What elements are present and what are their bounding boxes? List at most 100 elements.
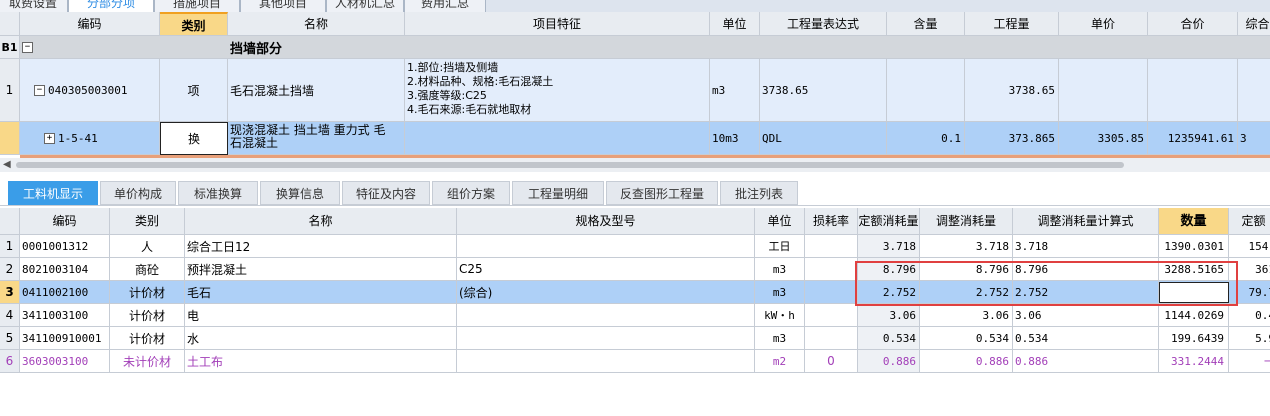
material-name[interactable]: 毛石 [185,281,457,304]
scroll-left-icon[interactable]: ◀ [3,159,11,170]
material-name[interactable]: 土工布 [185,350,457,373]
material-spec[interactable] [457,304,755,327]
tab-quantity-detail[interactable]: 工程量明细 [512,181,604,205]
quota-expression[interactable]: QDL [760,122,887,155]
tab-annotations[interactable]: 批注列表 [720,181,798,205]
material-unit[interactable]: m3 [755,327,805,350]
material-spec[interactable] [457,350,755,373]
material-loss-rate[interactable]: 0 [805,350,858,373]
col-header-adjusted-formula[interactable]: 调整消耗量计算式 [1013,208,1159,235]
material-adjusted-consumption[interactable]: 8.796 [920,258,1013,281]
material-loss-rate[interactable] [805,281,858,304]
material-type[interactable]: 计价材 [110,327,185,350]
col-header-total[interactable]: 合价 [1148,12,1238,36]
quota-unit[interactable]: 10m3 [710,122,760,155]
material-quota-consumption[interactable]: 3.06 [858,304,920,327]
quota-quantity[interactable]: 373.865 [965,122,1059,155]
tab-pricing-scheme[interactable]: 组价方案 [432,181,510,205]
material-row[interactable]: 30411002100计价材毛石(综合)m32.7522.7522.752102… [0,281,1270,304]
item-code-cell[interactable]: − 040305003001 [20,59,160,122]
col-header-code[interactable]: 编码 [20,208,110,235]
material-adjusted-consumption[interactable]: 3.718 [920,235,1013,258]
material-unit[interactable]: m3 [755,281,805,304]
tab-other-items[interactable]: 其他项目 [240,0,326,12]
material-quota-consumption[interactable]: 0.534 [858,327,920,350]
material-amount[interactable]: 1144.0269 [1159,304,1229,327]
quota-name[interactable]: 现浇混凝土 挡土墙 重力式 毛 石混凝土 [228,122,405,155]
material-row[interactable]: 2 8021003104 商砼 预拌混凝土 C25 m3 8.796 8.796 8.796 32… [0,258,1270,281]
material-name[interactable]: 水 [185,327,457,350]
item-price[interactable] [1059,59,1148,122]
col-header-features[interactable]: 项目特征 [405,12,710,36]
col-header-extra[interactable]: 定额 [1229,208,1270,235]
material-extra[interactable]: 一 [1229,350,1270,373]
section-row[interactable]: B1 − 挡墙部分 [0,36,1270,59]
item-extra[interactable] [1238,59,1270,122]
material-amount[interactable]: 331.2444 [1159,350,1229,373]
material-adjusted-consumption[interactable]: 0.886 [920,350,1013,373]
scrollbar-thumb[interactable] [16,162,1124,168]
tab-conversion-info[interactable]: 换算信息 [260,181,340,205]
tab-reverse-lookup[interactable]: 反查图形工程量 [606,181,718,205]
material-name[interactable]: 电 [185,304,457,327]
material-type[interactable]: 商砼 [110,258,185,281]
material-row[interactable]: 4 3411003100 计价材电 kW・h 3.06 3.06 3.06 1144.0269… [0,304,1270,327]
material-name[interactable]: 预拌混凝土 [185,258,457,281]
material-loss-rate[interactable] [805,304,858,327]
material-type[interactable]: 计价材 [110,281,185,304]
quota-code-cell[interactable]: + 1-5-41 [20,122,160,155]
col-header-name[interactable]: 名称 [228,12,405,36]
item-name[interactable]: 毛石混凝土挡墙 [228,59,405,122]
material-quota-consumption[interactable]: 0.886 [858,350,920,373]
material-unit[interactable]: m3 [755,258,805,281]
quota-price[interactable]: 3305.85 [1059,122,1148,155]
material-loss-rate[interactable] [805,258,858,281]
material-row[interactable]: 1 0001001312 人综合工日12 工日 3.718 3.718 3.718 1390.… [0,235,1270,258]
tab-price-breakdown[interactable]: 单价构成 [100,181,176,205]
material-loss-rate[interactable] [805,235,858,258]
col-header-extra[interactable]: 综合 [1238,12,1270,36]
item-features[interactable]: 1.部位:挡墙及侧墙 2.材料品种、规格:毛石混凝土 3.强度等级:C25 4.… [405,59,710,122]
col-header-adjusted-consumption[interactable]: 调整消耗量 [920,208,1013,235]
material-extra[interactable]: 0.4 [1229,304,1270,327]
material-type[interactable]: 未计价材 [110,350,185,373]
material-spec[interactable] [457,327,755,350]
material-code[interactable]: 3411003100 [20,304,110,327]
amount-editor[interactable] [1159,282,1229,303]
tab-cost-summary[interactable]: 费用汇总 [404,0,486,12]
expand-icon[interactable]: + [44,132,55,144]
material-adjusted-consumption[interactable]: 2.752 [920,281,1013,304]
material-code[interactable]: 8021003104 [20,258,110,281]
material-adjusted-formula[interactable]: 2.752 [1013,281,1159,304]
material-code[interactable]: 341100910001 [20,327,110,350]
material-amount[interactable]: 3288.5165 [1159,258,1229,281]
material-spec[interactable]: (综合) [457,281,755,304]
material-adjusted-consumption[interactable]: 3.06 [920,304,1013,327]
material-name[interactable]: 综合工日12 [185,235,457,258]
material-code[interactable]: 0411002100 [20,281,110,304]
quota-total[interactable]: 1235941.61 [1148,122,1238,155]
tab-sub-items[interactable]: 分部分项 [68,0,154,12]
tab-features-content[interactable]: 特征及内容 [342,181,430,205]
tab-measures[interactable]: 措施项目 [154,0,240,12]
item-total[interactable] [1148,59,1238,122]
quota-type-editor[interactable]: 换 [160,122,228,155]
col-header-content[interactable]: 含量 [887,12,965,36]
quota-features[interactable] [405,122,710,155]
horizontal-scrollbar[interactable]: ◀ [0,158,1270,172]
quota-extra[interactable]: 3 [1238,122,1270,155]
material-row[interactable]: 5 341100910001 计价材水 m3 0.534 0.534 0.534 199.64… [0,327,1270,350]
material-code[interactable]: 3603003100 [20,350,110,373]
material-unit[interactable]: m2 [755,350,805,373]
col-header-loss-rate[interactable]: 损耗率 [805,208,858,235]
material-code[interactable]: 0001001312 [20,235,110,258]
col-header-unit[interactable]: 单位 [710,12,760,36]
collapse-icon[interactable]: − [34,84,45,96]
col-header-unit[interactable]: 单位 [755,208,805,235]
tab-material-summary[interactable]: 人材机汇总 [326,0,404,12]
col-header-spec[interactable]: 规格及型号 [457,208,755,235]
material-spec[interactable]: C25 [457,258,755,281]
col-header-quota-consumption[interactable]: 定额消耗量 [858,208,920,235]
bill-item-row[interactable]: 1 − 040305003001 项 毛石混凝土挡墙 1.部位:挡墙及侧墙 2.… [0,59,1270,122]
material-type[interactable]: 计价材 [110,304,185,327]
